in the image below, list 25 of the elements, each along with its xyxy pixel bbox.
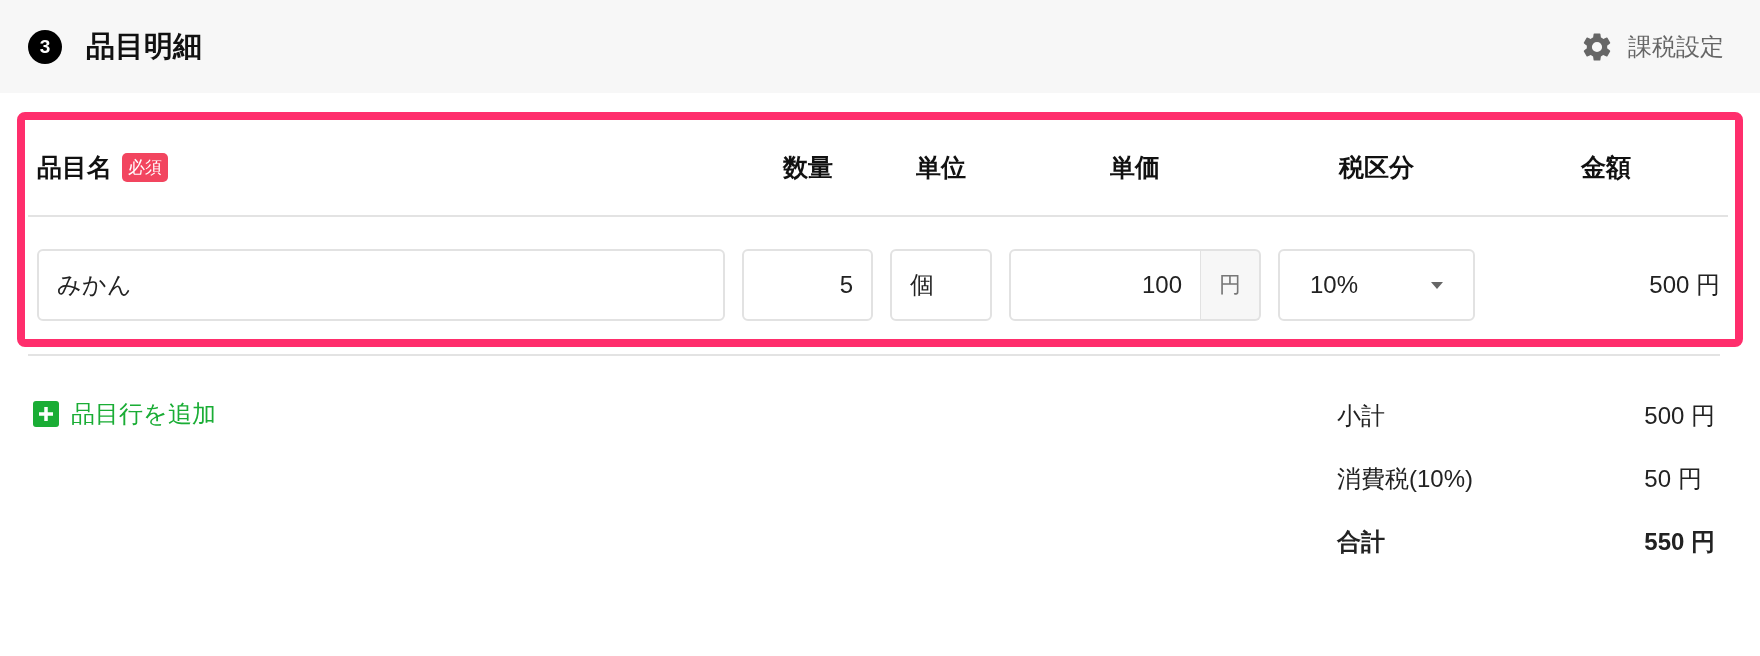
total-label: 合計 <box>1337 527 1386 557</box>
unit-price-field[interactable]: 100 <box>1009 249 1201 321</box>
total-value: 550 円 <box>1644 527 1715 557</box>
total-value: 500 円 <box>1644 401 1715 431</box>
quantity-field[interactable]: 5 <box>742 249 873 321</box>
column-header: 品目名 <box>37 152 112 183</box>
tax-rate-select[interactable]: 10% <box>1278 249 1475 321</box>
total-value: 50 円 <box>1644 464 1703 494</box>
step-number: 3 <box>28 29 62 64</box>
unit-field[interactable]: 個 <box>890 249 992 321</box>
item-name-field[interactable]: みかん <box>37 249 725 321</box>
required-badge: 必須 <box>122 153 168 182</box>
total-label: 消費税(10%) <box>1337 464 1475 494</box>
column-header: 数量 <box>781 152 834 183</box>
column-header: 金額 <box>1580 152 1632 183</box>
plus-icon <box>33 401 59 427</box>
tax-settings-button[interactable]: 課税設定 <box>1580 29 1724 64</box>
caret-icon <box>1431 281 1443 289</box>
total-label: 小計 <box>1337 401 1386 431</box>
amount-text: 500 円 <box>1648 270 1720 300</box>
column-header: 税区分 <box>1337 152 1415 183</box>
column-header: 単価 <box>1109 152 1161 183</box>
column-header: 単位 <box>915 152 967 183</box>
currency-addon: 円 <box>1201 249 1261 321</box>
section-title: 品目明細 <box>86 28 202 64</box>
